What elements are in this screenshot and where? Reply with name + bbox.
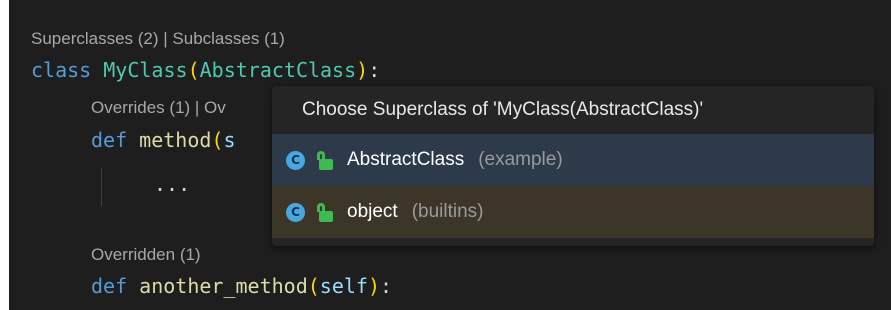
paren-open: ( — [211, 128, 224, 152]
paren-close: ) — [356, 58, 369, 82]
codelens-overridden[interactable]: Overridden (1) — [91, 245, 201, 265]
code-line-class-def[interactable]: class MyClass(AbstractClass): — [31, 58, 380, 82]
class-name: MyClass — [103, 58, 188, 82]
lock-icon — [317, 202, 333, 222]
indent-guide — [101, 168, 102, 206]
codelens-class-hierarchy[interactable]: Superclasses (2) | Subclasses (1) — [31, 29, 285, 49]
paren-open: ( — [187, 58, 200, 82]
class-icon: C — [286, 150, 305, 170]
paren-close: ) — [367, 274, 381, 298]
item-module: (example) — [478, 149, 563, 170]
ellipsis: ... — [154, 172, 191, 196]
colon: : — [380, 274, 393, 298]
method-name: another_method — [139, 274, 308, 298]
choose-superclass-popup: Choose Superclass of 'MyClass(AbstractCl… — [272, 86, 874, 246]
popup-title: Choose Superclass of 'MyClass(AbstractCl… — [302, 99, 704, 120]
class-icon: C — [286, 202, 305, 222]
keyword-class: class — [31, 58, 92, 82]
method-name: method — [139, 128, 212, 152]
code-line-method-def[interactable]: def method(s — [91, 128, 236, 152]
code-line-another-method[interactable]: def another_method(self): — [91, 274, 392, 298]
paren-open: ( — [307, 274, 320, 298]
lock-icon — [317, 150, 333, 170]
colon: : — [368, 58, 381, 82]
code-line-ellipsis[interactable]: ... — [154, 172, 190, 196]
item-class-name: object — [347, 201, 398, 222]
param-partial: s — [223, 128, 236, 152]
item-class-name: AbstractClass — [347, 149, 465, 170]
item-module: (builtins) — [411, 201, 484, 222]
param-self: self — [319, 274, 368, 298]
keyword-def: def — [91, 274, 128, 298]
keyword-def: def — [91, 128, 128, 152]
popup-item-abstractclass[interactable]: C AbstractClass (example) — [272, 134, 874, 186]
popup-item-object[interactable]: C object (builtins) — [272, 186, 874, 238]
base-class-name: AbstractClass — [199, 58, 357, 82]
codelens-method-overrides[interactable]: Overrides (1) | Ov — [91, 98, 226, 118]
